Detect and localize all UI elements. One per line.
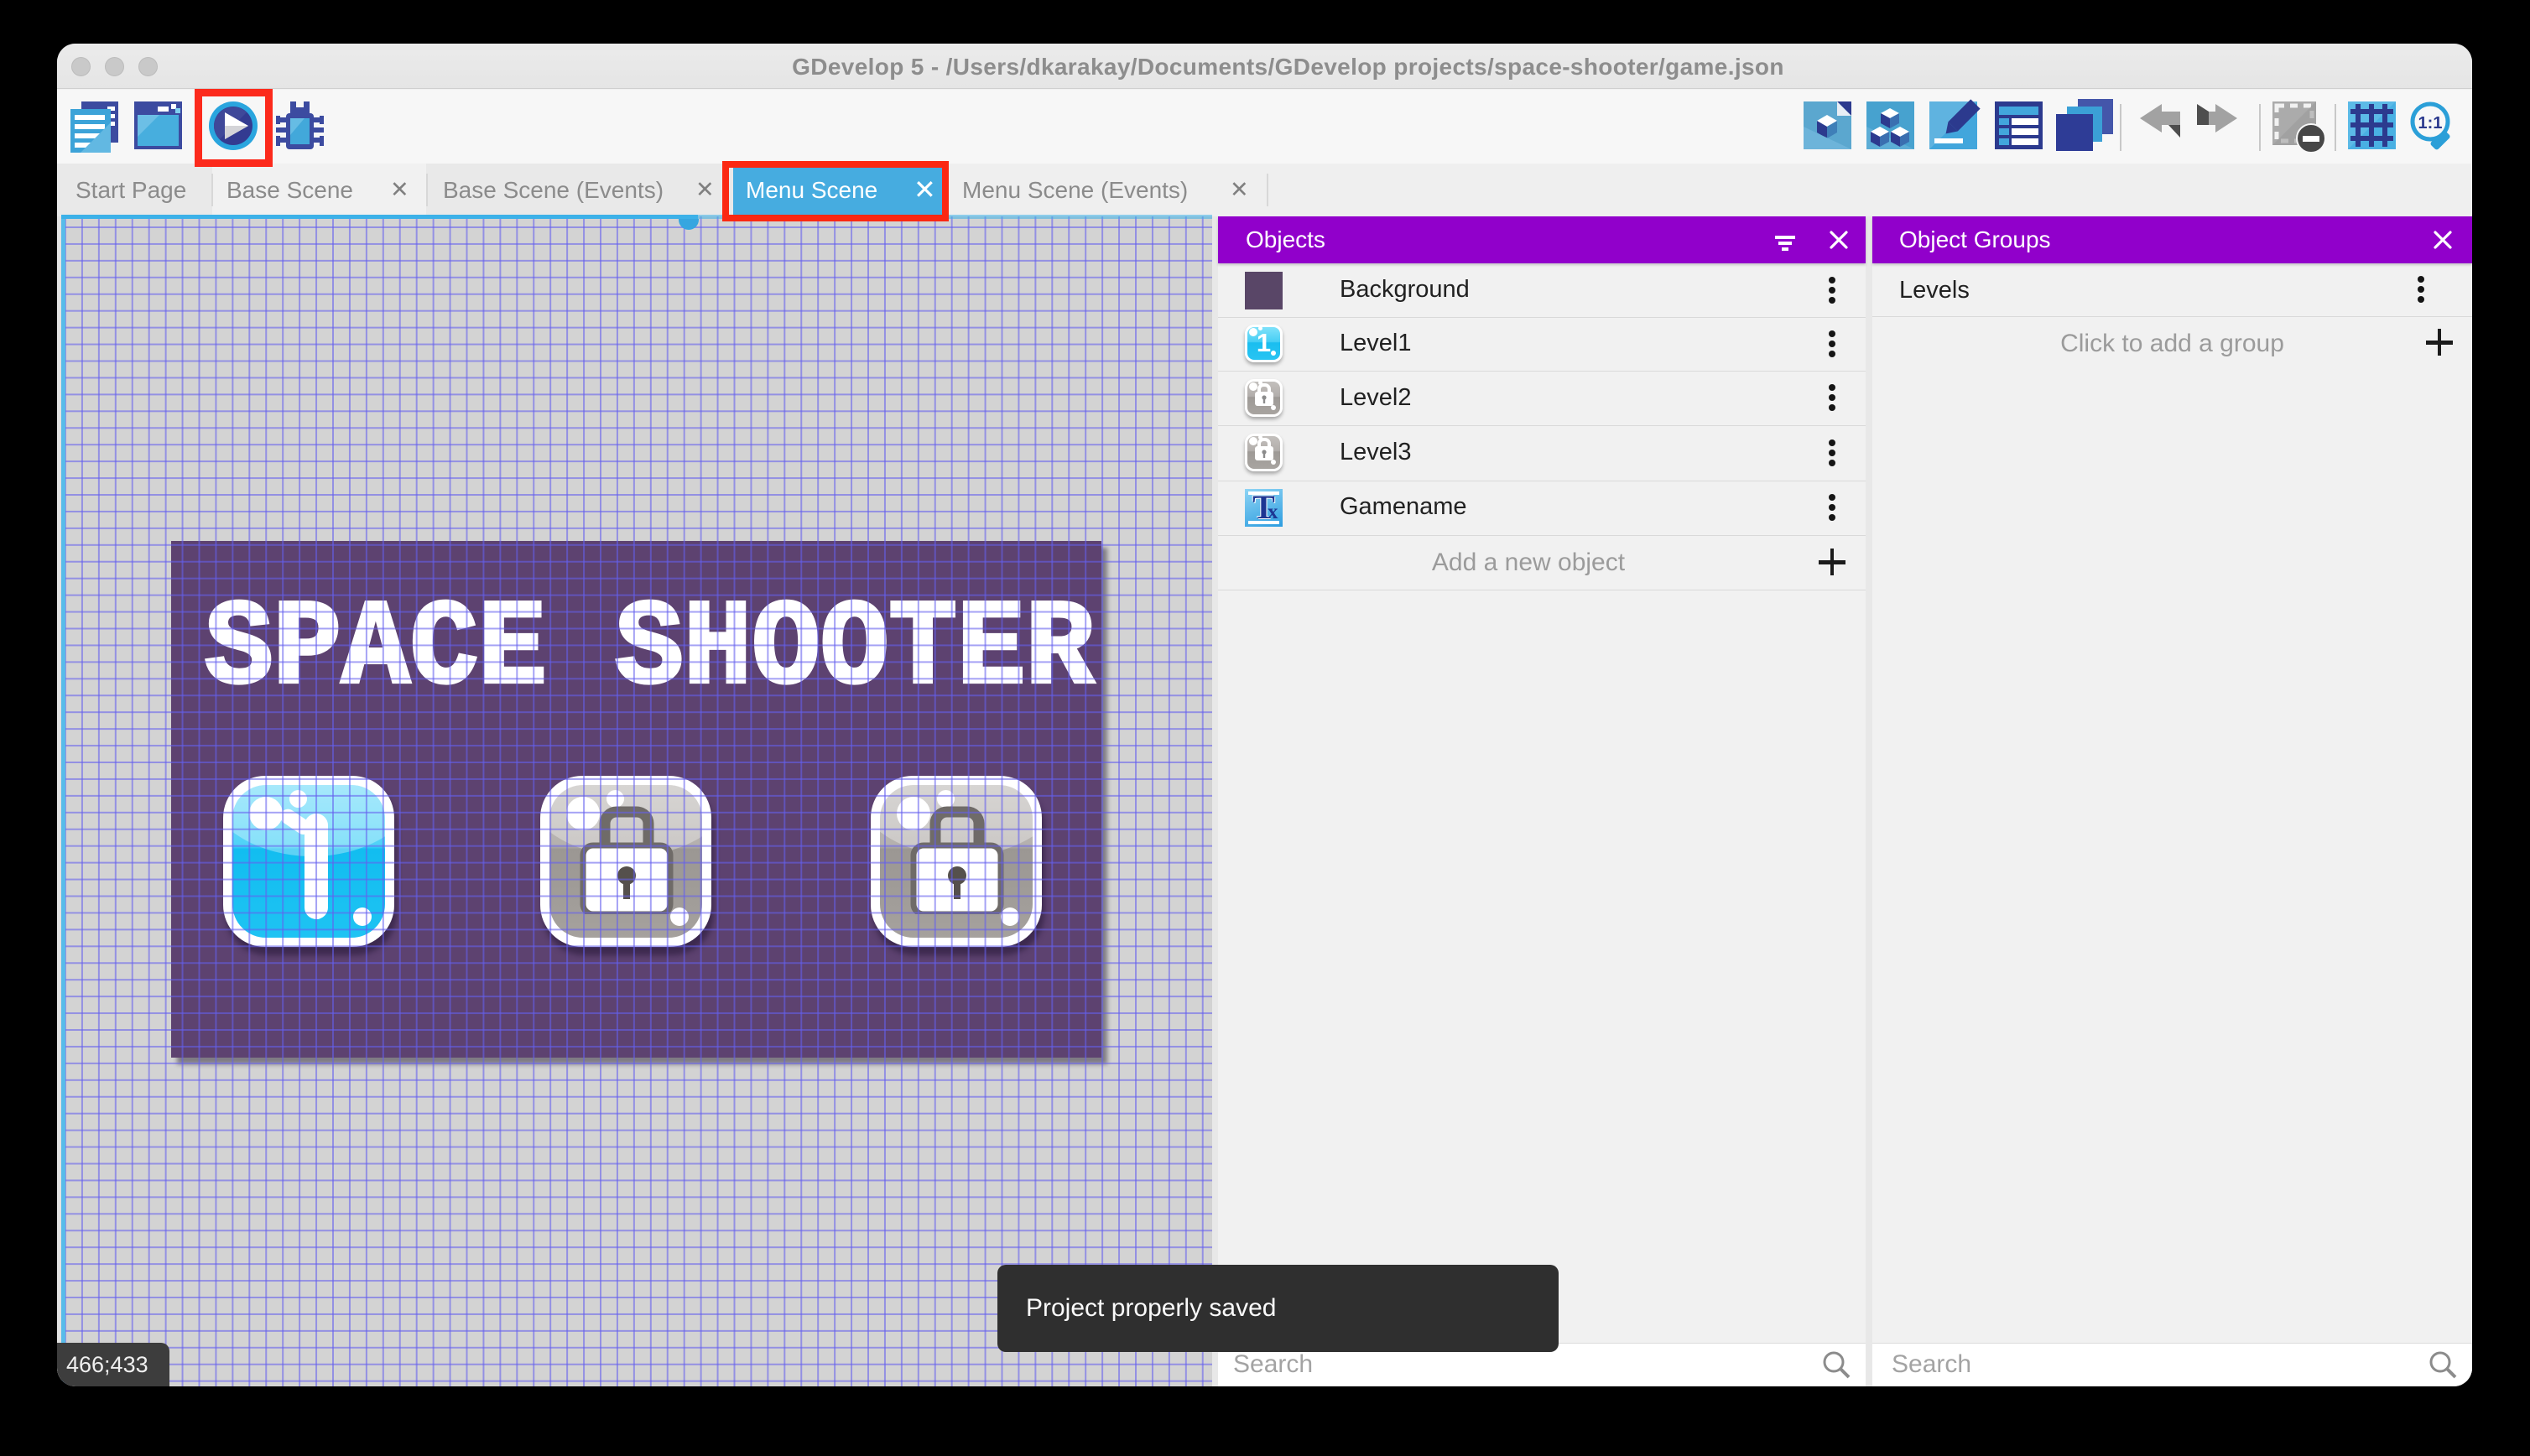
svg-text:1:1: 1:1 (2418, 114, 2443, 133)
